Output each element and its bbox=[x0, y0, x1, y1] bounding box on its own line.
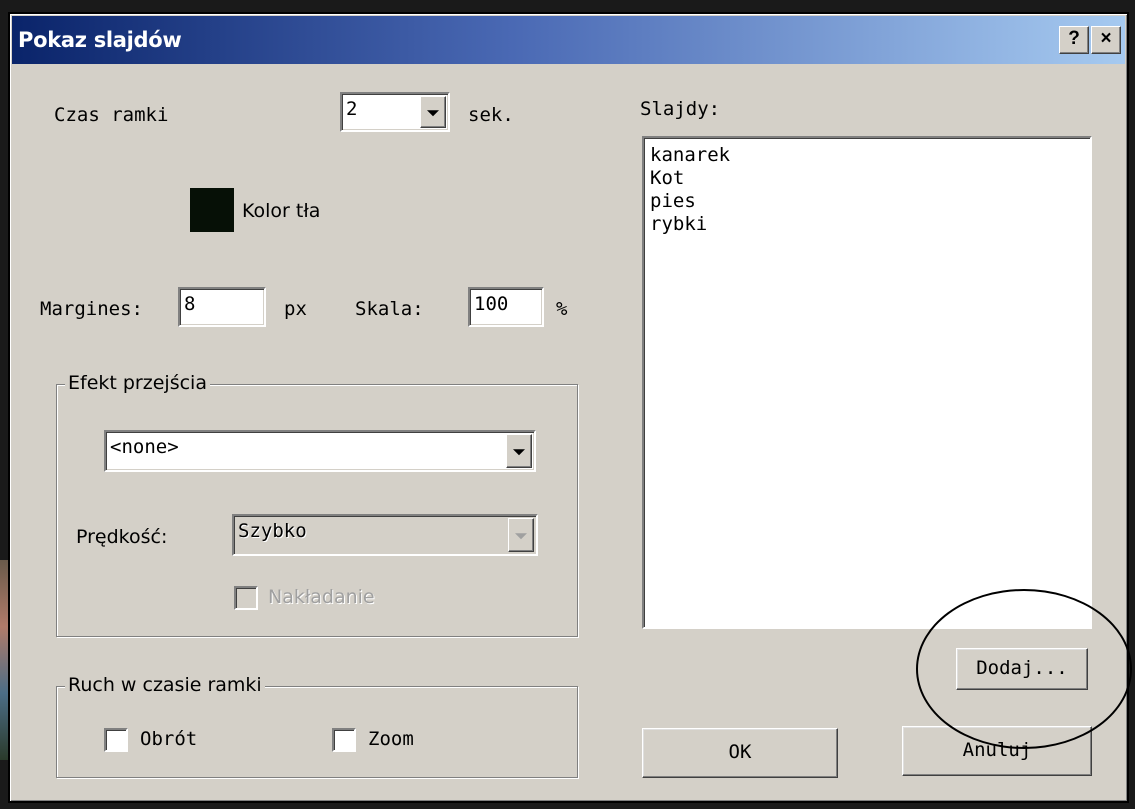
transition-effect-select[interactable]: <none> bbox=[104, 430, 536, 472]
scale-unit: % bbox=[556, 298, 568, 320]
list-item[interactable]: pies bbox=[650, 190, 1084, 213]
zoom-label: Zoom bbox=[368, 728, 414, 750]
transition-effect-dropdown-button[interactable] bbox=[506, 434, 532, 468]
rotation-label: Obrót bbox=[140, 728, 198, 750]
help-button[interactable]: ? bbox=[1059, 26, 1089, 54]
scale-input[interactable]: 100 bbox=[468, 287, 544, 327]
add-button[interactable]: Dodaj... bbox=[956, 648, 1088, 690]
scale-label: Skala: bbox=[355, 298, 424, 320]
close-button[interactable]: × bbox=[1091, 26, 1121, 54]
margin-unit: px bbox=[284, 298, 307, 320]
frame-motion-group: Ruch w czasie ramki bbox=[56, 674, 578, 778]
scale-value: 100 bbox=[474, 293, 509, 315]
overlap-label: Nakładanie bbox=[268, 586, 375, 608]
window-title: Pokaz slajdów bbox=[18, 28, 182, 52]
background-color-swatch[interactable] bbox=[190, 188, 234, 232]
ok-button[interactable]: OK bbox=[642, 728, 838, 778]
slides-label: Slajdy: bbox=[640, 98, 721, 120]
list-item[interactable]: kanarek bbox=[650, 144, 1084, 167]
title-bar[interactable]: Pokaz slajdów ? × bbox=[12, 16, 1125, 64]
speed-value: Szybko bbox=[238, 520, 307, 542]
slides-listbox[interactable]: kanarek Kot pies rybki bbox=[642, 136, 1092, 629]
overlap-checkbox[interactable] bbox=[234, 586, 258, 610]
frame-time-dropdown-button[interactable] bbox=[420, 96, 446, 128]
zoom-checkbox[interactable] bbox=[332, 728, 356, 752]
cancel-button[interactable]: Anuluj bbox=[902, 726, 1092, 776]
frame-time-value: 2 bbox=[346, 98, 358, 120]
frame-time-select[interactable]: 2 bbox=[340, 92, 450, 132]
chevron-down-icon bbox=[513, 449, 525, 456]
margin-input[interactable]: 8 bbox=[178, 287, 266, 327]
speed-select[interactable]: Szybko bbox=[232, 514, 538, 556]
chevron-down-icon bbox=[427, 110, 439, 117]
slideshow-dialog: Pokaz slajdów ? × Czas ramki 2 sek. Kolo… bbox=[8, 12, 1132, 803]
transition-effect-value: <none> bbox=[110, 436, 179, 458]
frame-time-label: Czas ramki bbox=[54, 104, 169, 126]
speed-label: Prędkość: bbox=[76, 526, 168, 548]
transition-effect-group-title: Efekt przejścia bbox=[65, 372, 210, 394]
speed-dropdown-button[interactable] bbox=[508, 518, 534, 552]
frame-motion-group-title: Ruch w czasie ramki bbox=[65, 674, 265, 696]
chevron-down-icon bbox=[515, 533, 527, 540]
background-color-label: Kolor tła bbox=[242, 200, 321, 222]
frame-time-unit: sek. bbox=[468, 104, 514, 126]
list-item[interactable]: rybki bbox=[650, 213, 1084, 236]
margin-value: 8 bbox=[184, 293, 196, 315]
rotation-checkbox[interactable] bbox=[104, 728, 128, 752]
margin-label: Margines: bbox=[40, 298, 143, 320]
list-item[interactable]: Kot bbox=[650, 167, 1084, 190]
